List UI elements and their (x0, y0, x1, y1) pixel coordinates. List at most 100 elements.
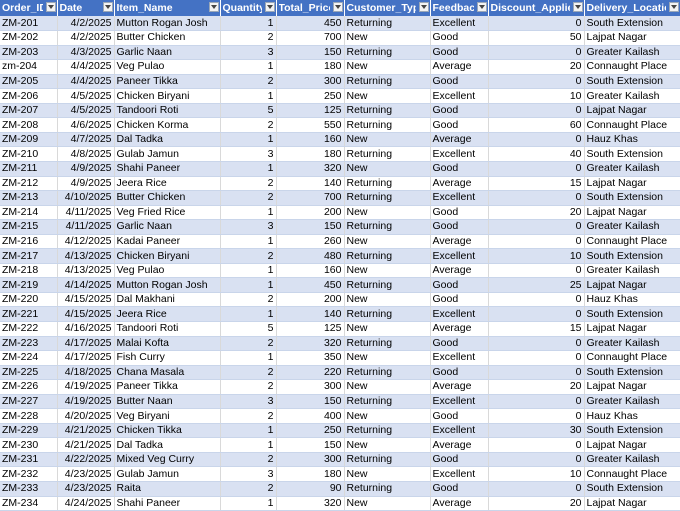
cell-quantity[interactable]: 1 (220, 205, 277, 221)
cell-total-price[interactable]: 250 (276, 88, 345, 104)
cell-date[interactable]: 4/17/2025 (57, 336, 115, 352)
cell-quantity[interactable]: 3 (220, 45, 277, 61)
cell-discount-applied[interactable]: 0 (488, 452, 585, 468)
cell-customer-type[interactable]: New (344, 205, 431, 221)
cell-order-id[interactable]: ZM-216 (0, 234, 58, 250)
cell-item-name[interactable]: Chicken Korma (114, 117, 221, 133)
cell-feedback[interactable]: Excellent (430, 466, 489, 482)
cell-date[interactable]: 4/5/2025 (57, 88, 115, 104)
cell-item-name[interactable]: Veg Pulao (114, 59, 221, 75)
cell-discount-applied[interactable]: 0 (488, 408, 585, 424)
cell-feedback[interactable]: Good (430, 481, 489, 497)
cell-item-name[interactable]: Gulab Jamun (114, 466, 221, 482)
cell-order-id[interactable]: ZM-202 (0, 30, 58, 46)
cell-total-price[interactable]: 700 (276, 30, 345, 46)
cell-item-name[interactable]: Butter Chicken (114, 190, 221, 206)
cell-delivery-location[interactable]: Lajpat Nagar (584, 321, 680, 337)
cell-customer-type[interactable]: Returning (344, 190, 431, 206)
cell-order-id[interactable]: ZM-213 (0, 190, 58, 206)
cell-date[interactable]: 4/7/2025 (57, 132, 115, 148)
cell-delivery-location[interactable]: Connaught Place (584, 350, 680, 366)
cell-order-id[interactable]: ZM-221 (0, 306, 58, 322)
cell-order-id[interactable]: ZM-225 (0, 365, 58, 381)
cell-delivery-location[interactable]: Lajpat Nagar (584, 30, 680, 46)
filter-dropdown-icon[interactable] (668, 2, 679, 12)
cell-order-id[interactable]: ZM-201 (0, 16, 58, 32)
cell-item-name[interactable]: Butter Naan (114, 394, 221, 410)
cell-item-name[interactable]: Shahi Paneer (114, 161, 221, 177)
filter-dropdown-icon[interactable] (264, 2, 275, 12)
cell-total-price[interactable]: 150 (276, 219, 345, 235)
cell-delivery-location[interactable]: Lajpat Nagar (584, 379, 680, 395)
cell-customer-type[interactable]: New (344, 59, 431, 75)
cell-delivery-location[interactable]: Hauz Khas (584, 132, 680, 148)
cell-quantity[interactable]: 2 (220, 336, 277, 352)
cell-item-name[interactable]: Tandoori Roti (114, 321, 221, 337)
cell-date[interactable]: 4/12/2025 (57, 234, 115, 250)
cell-date[interactable]: 4/15/2025 (57, 306, 115, 322)
cell-quantity[interactable]: 5 (220, 321, 277, 337)
cell-customer-type[interactable]: Returning (344, 16, 431, 32)
cell-discount-applied[interactable]: 20 (488, 496, 585, 511)
cell-total-price[interactable]: 320 (276, 496, 345, 511)
cell-delivery-location[interactable]: Greater Kailash (584, 336, 680, 352)
cell-item-name[interactable]: Jeera Rice (114, 176, 221, 192)
cell-total-price[interactable]: 180 (276, 59, 345, 75)
cell-order-id[interactable]: ZM-231 (0, 452, 58, 468)
cell-item-name[interactable]: Dal Tadka (114, 132, 221, 148)
column-header-delivery-location[interactable]: Delivery_Location (584, 0, 680, 16)
cell-feedback[interactable]: Excellent (430, 16, 489, 32)
cell-date[interactable]: 4/13/2025 (57, 248, 115, 264)
cell-customer-type[interactable]: Returning (344, 452, 431, 468)
cell-feedback[interactable]: Good (430, 452, 489, 468)
column-header-discount-applied[interactable]: Discount_Applied (488, 0, 585, 16)
filter-dropdown-icon[interactable] (102, 2, 113, 12)
cell-date[interactable]: 4/8/2025 (57, 146, 115, 162)
cell-order-id[interactable]: ZM-205 (0, 74, 58, 90)
cell-quantity[interactable]: 1 (220, 306, 277, 322)
cell-total-price[interactable]: 150 (276, 45, 345, 61)
cell-quantity[interactable]: 1 (220, 350, 277, 366)
cell-total-price[interactable]: 350 (276, 350, 345, 366)
cell-total-price[interactable]: 550 (276, 117, 345, 133)
cell-discount-applied[interactable]: 20 (488, 379, 585, 395)
cell-item-name[interactable]: Fish Curry (114, 350, 221, 366)
cell-item-name[interactable]: Veg Pulao (114, 263, 221, 279)
cell-feedback[interactable]: Excellent (430, 394, 489, 410)
cell-delivery-location[interactable]: Connaught Place (584, 466, 680, 482)
cell-feedback[interactable]: Good (430, 277, 489, 293)
cell-discount-applied[interactable]: 15 (488, 321, 585, 337)
cell-feedback[interactable]: Good (430, 117, 489, 133)
cell-total-price[interactable]: 320 (276, 336, 345, 352)
cell-feedback[interactable]: Good (430, 161, 489, 177)
cell-item-name[interactable]: Mixed Veg Curry (114, 452, 221, 468)
cell-quantity[interactable]: 2 (220, 365, 277, 381)
cell-date[interactable]: 4/21/2025 (57, 423, 115, 439)
cell-date[interactable]: 4/2/2025 (57, 16, 115, 32)
cell-total-price[interactable]: 200 (276, 292, 345, 308)
cell-feedback[interactable]: Average (430, 132, 489, 148)
cell-customer-type[interactable]: New (344, 161, 431, 177)
cell-order-id[interactable]: ZM-222 (0, 321, 58, 337)
cell-delivery-location[interactable]: South Extension (584, 306, 680, 322)
cell-total-price[interactable]: 300 (276, 452, 345, 468)
cell-delivery-location[interactable]: South Extension (584, 190, 680, 206)
cell-delivery-location[interactable]: South Extension (584, 481, 680, 497)
cell-item-name[interactable]: Veg Biryani (114, 408, 221, 424)
cell-date[interactable]: 4/4/2025 (57, 74, 115, 90)
cell-delivery-location[interactable]: Connaught Place (584, 234, 680, 250)
cell-feedback[interactable]: Excellent (430, 350, 489, 366)
cell-discount-applied[interactable]: 0 (488, 234, 585, 250)
cell-customer-type[interactable]: Returning (344, 74, 431, 90)
filter-dropdown-icon[interactable] (572, 2, 583, 12)
cell-discount-applied[interactable]: 0 (488, 45, 585, 61)
cell-customer-type[interactable]: New (344, 30, 431, 46)
cell-delivery-location[interactable]: Lajpat Nagar (584, 176, 680, 192)
cell-quantity[interactable]: 1 (220, 161, 277, 177)
cell-delivery-location[interactable]: South Extension (584, 248, 680, 264)
column-header-date[interactable]: Date (57, 0, 115, 16)
cell-order-id[interactable]: ZM-220 (0, 292, 58, 308)
cell-feedback[interactable]: Average (430, 379, 489, 395)
cell-customer-type[interactable]: New (344, 234, 431, 250)
cell-quantity[interactable]: 2 (220, 248, 277, 264)
